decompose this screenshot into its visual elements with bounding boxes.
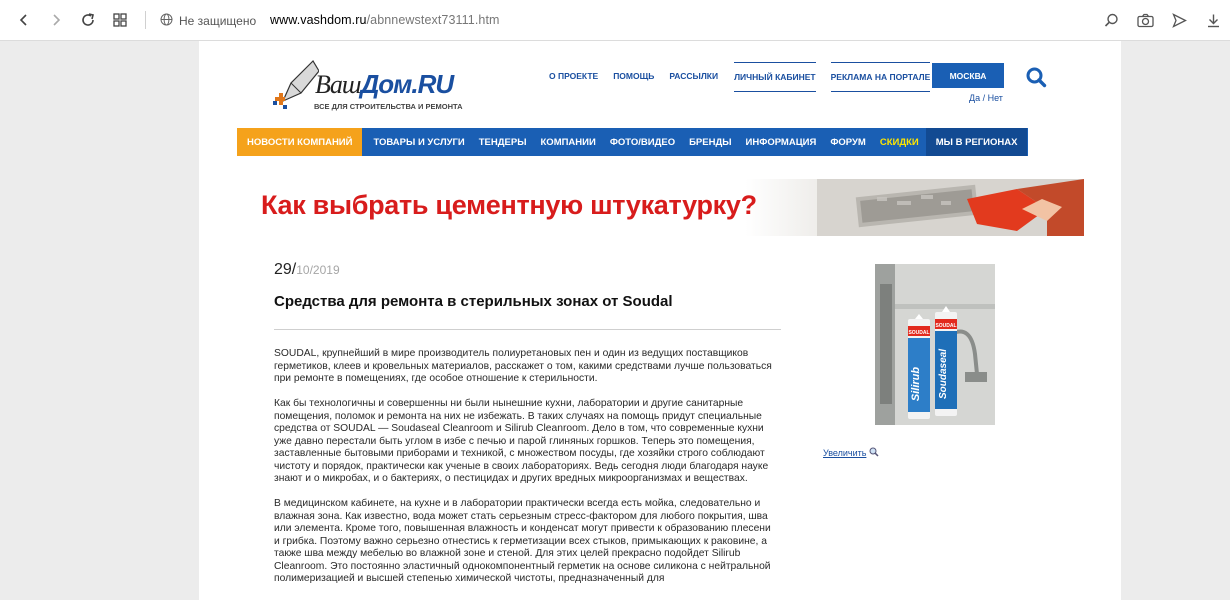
web-page: ВашДом.RU ВСЕ ДЛЯ СТРОИТЕЛЬСТВА И РЕМОНТ… (199, 41, 1121, 600)
plastering-illustration (817, 179, 1084, 236)
link-personal-account[interactable]: ЛИЧНЫЙ КАБИНЕТ (734, 62, 816, 92)
magnifier-icon (869, 447, 879, 459)
logo-word-vash: Ваш (315, 70, 362, 99)
url-domain: www.vashdom.ru (270, 13, 367, 27)
sealant-tubes-photo: SOUDAL Silirub SOUDAL Soudaseal (875, 264, 995, 425)
logo-word-dom: Дом (360, 69, 413, 99)
search-icon[interactable] (1094, 10, 1128, 30)
link-mailing[interactable]: РАССЫЛКИ (669, 71, 718, 92)
security-label: Не защищено (179, 14, 257, 28)
article-date: 29/10/2019 (274, 261, 340, 279)
nav-companies[interactable]: КОМПАНИИ (534, 128, 603, 156)
tube-product-label: Soudaseal (938, 349, 949, 399)
nav-discounts[interactable]: СКИДКИ (873, 128, 926, 156)
title-divider (274, 329, 781, 330)
nav-forum[interactable]: ФОРУМ (823, 128, 873, 156)
security-indicator[interactable]: Не защищено (160, 13, 256, 29)
ad-banner[interactable]: Как выбрать цементную штукатурку? (237, 179, 1084, 236)
city-button[interactable]: МОСКВА (932, 63, 1004, 88)
article-paragraph: В медицинском кабинете, на кухне и в лаб… (274, 498, 771, 584)
site-search-icon[interactable] (1025, 66, 1047, 88)
back-icon[interactable] (14, 10, 34, 30)
reload-icon[interactable] (78, 10, 98, 30)
link-help[interactable]: ПОМОЩЬ (613, 71, 654, 92)
main-navigation: НОВОСТИ КОМПАНИЙ ТОВАРЫ И УСЛУГИ ТЕНДЕРЫ… (237, 128, 1028, 156)
logo-wordmark: ВашДом.RU (315, 69, 454, 100)
address-bar[interactable]: www.vashdom.ru/abnnewstext73111.htm (270, 13, 500, 27)
date-month-year: 10/2019 (296, 263, 340, 277)
url-path: /abnnewstext73111.htm (366, 13, 500, 27)
nav-regions[interactable]: МЫ В РЕГИОНАХ (925, 128, 1028, 156)
link-about[interactable]: О ПРОЕКТЕ (549, 71, 598, 92)
nav-tenders[interactable]: ТЕНДЕРЫ (472, 128, 534, 156)
browser-toolbar: Не защищено www.vashdom.ru/abnnewstext73… (0, 0, 1230, 41)
camera-icon[interactable] (1128, 10, 1162, 30)
toolbar-divider (145, 11, 146, 29)
logo-tagline: ВСЕ ДЛЯ СТРОИТЕЛЬСТВА И РЕМОНТА (314, 102, 463, 111)
site-logo[interactable]: ВашДом.RU ВСЕ ДЛЯ СТРОИТЕЛЬСТВА И РЕМОНТ… (273, 51, 473, 111)
link-advertising[interactable]: РЕКЛАМА НА ПОРТАЛЕ (830, 62, 931, 92)
top-links: О ПРОЕКТЕ ПОМОЩЬ РАССЫЛКИ ЛИЧНЫЙ КАБИНЕТ… (549, 62, 945, 92)
logo-word-ru: .RU (411, 69, 454, 99)
date-day: 29/ (274, 261, 297, 278)
trowel-icon (273, 60, 319, 109)
nav-information[interactable]: ИНФОРМАЦИЯ (739, 128, 824, 156)
tube-brand-label: SOUDAL (935, 323, 956, 329)
product-image[interactable]: SOUDAL Silirub SOUDAL Soudaseal (875, 264, 995, 425)
city-confirm[interactable]: Да / Нет (969, 93, 1003, 103)
article-title: Средства для ремонта в стерильных зонах … (274, 293, 673, 310)
nav-company-news[interactable]: НОВОСТИ КОМПАНИЙ (237, 128, 363, 156)
zoom-link[interactable]: Увеличить (823, 447, 879, 459)
tube-product-label: Silirub (910, 367, 922, 402)
nav-brands[interactable]: БРЕНДЫ (682, 128, 738, 156)
article-body: SOUDAL, крупнейший в мире производитель … (274, 348, 779, 598)
nav-goods-services[interactable]: ТОВАРЫ И УСЛУГИ (362, 128, 471, 156)
article-paragraph: Как бы технологичны и совершенны ни были… (274, 398, 769, 484)
tabs-grid-icon[interactable] (110, 10, 130, 30)
forward-icon[interactable] (46, 10, 66, 30)
globe-icon (160, 13, 173, 29)
send-icon[interactable] (1162, 10, 1196, 30)
nav-photo-video[interactable]: ФОТО/ВИДЕО (603, 128, 682, 156)
zoom-label: Увеличить (823, 448, 867, 458)
tube-brand-label: SOUDAL (908, 330, 929, 336)
banner-headline: Как выбрать цементную штукатурку? (261, 190, 757, 220)
article-paragraph: SOUDAL, крупнейший в мире производитель … (274, 348, 772, 384)
download-icon[interactable] (1196, 10, 1230, 30)
